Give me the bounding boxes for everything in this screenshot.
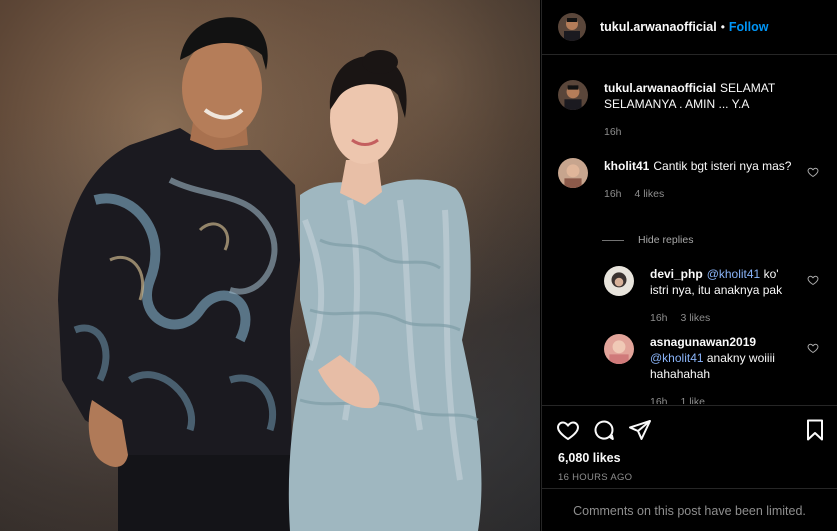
comment-time[interactable]: 16h bbox=[604, 188, 622, 200]
likes-count[interactable]: 6,080 likes bbox=[558, 451, 621, 465]
hide-replies-button[interactable]: Hide replies bbox=[602, 234, 693, 246]
action-icons bbox=[556, 418, 827, 444]
reply-meta: 16h 3 likes bbox=[650, 310, 821, 326]
author-avatar[interactable] bbox=[558, 13, 586, 41]
comments-limited-notice: Comments on this post have been limited. bbox=[542, 488, 837, 531]
hide-replies-label: Hide replies bbox=[638, 234, 694, 246]
comment-text: Cantik bgt isteri nya mas? bbox=[653, 159, 792, 173]
post-side-panel: tukul.arwanaofficial • Follow tukul.arwa… bbox=[541, 0, 837, 531]
follow-button[interactable]: Follow bbox=[729, 20, 769, 34]
separator-dot: • bbox=[720, 20, 725, 34]
reply-mention[interactable]: @kholit41 bbox=[707, 267, 761, 281]
comments-list[interactable]: tukul.arwanaofficial SELAMAT SELAMANYA . … bbox=[542, 56, 837, 404]
reply-meta: 16h 1 like bbox=[650, 394, 821, 404]
post-caption: tukul.arwanaofficial SELAMAT SELAMANYA . … bbox=[558, 80, 821, 140]
commenter-avatar[interactable] bbox=[604, 266, 634, 296]
comment-username[interactable]: kholit41 bbox=[604, 159, 649, 173]
heart-icon[interactable] bbox=[807, 274, 819, 286]
reply-time[interactable]: 16h bbox=[650, 312, 668, 324]
reply-username[interactable]: asnagunawan2019 bbox=[650, 335, 756, 349]
woman-figure bbox=[288, 50, 482, 531]
comment-meta: 16h 4 likes bbox=[604, 186, 821, 202]
comment-item: kholit41 Cantik bgt isteri nya mas? 16h 4… bbox=[558, 158, 821, 202]
caption-body: tukul.arwanaofficial SELAMAT SELAMANYA . … bbox=[604, 80, 821, 140]
comment-likes[interactable]: 4 likes bbox=[634, 188, 664, 200]
comment-body: kholit41 Cantik bgt isteri nya mas? 16h 4… bbox=[604, 158, 821, 202]
commenter-avatar[interactable] bbox=[558, 158, 588, 188]
reply-likes[interactable]: 1 like bbox=[680, 396, 705, 404]
comment-icon[interactable] bbox=[592, 418, 616, 442]
heart-icon[interactable] bbox=[807, 342, 819, 354]
reply-body: asnagunawan2019 @kholit41 anakny woiiii h… bbox=[650, 334, 821, 404]
couple-portrait bbox=[58, 17, 482, 531]
post-photo[interactable] bbox=[0, 0, 540, 531]
reply-likes[interactable]: 3 likes bbox=[680, 312, 710, 324]
author-username[interactable]: tukul.arwanaofficial bbox=[600, 20, 717, 34]
caption-time[interactable]: 16h bbox=[604, 126, 622, 138]
post-header: tukul.arwanaofficial • Follow bbox=[542, 0, 837, 55]
replies-divider bbox=[602, 239, 624, 241]
commenter-avatar[interactable] bbox=[604, 334, 634, 364]
bookmark-icon[interactable] bbox=[803, 418, 827, 442]
reply-item: devi_php @kholit41 ko' istri nya, itu ana… bbox=[604, 266, 821, 326]
reply-body: devi_php @kholit41 ko' istri nya, itu ana… bbox=[650, 266, 821, 326]
caption-meta: 16h bbox=[604, 124, 821, 140]
heart-icon[interactable] bbox=[556, 418, 580, 442]
reply-item: asnagunawan2019 @kholit41 anakny woiiii h… bbox=[604, 334, 821, 404]
post-actions: 6,080 likes 16 HOURS AGO Comments on thi… bbox=[542, 405, 837, 531]
post-timestamp[interactable]: 16 HOURS AGO bbox=[558, 472, 632, 483]
caption-username[interactable]: tukul.arwanaofficial bbox=[604, 81, 716, 95]
reply-mention[interactable]: @kholit41 bbox=[650, 351, 704, 365]
reply-username[interactable]: devi_php bbox=[650, 267, 703, 281]
share-icon[interactable] bbox=[628, 418, 652, 442]
reply-time[interactable]: 16h bbox=[650, 396, 668, 404]
man-figure bbox=[58, 17, 300, 531]
caption-author-avatar[interactable] bbox=[558, 80, 588, 110]
heart-icon[interactable] bbox=[807, 166, 819, 178]
